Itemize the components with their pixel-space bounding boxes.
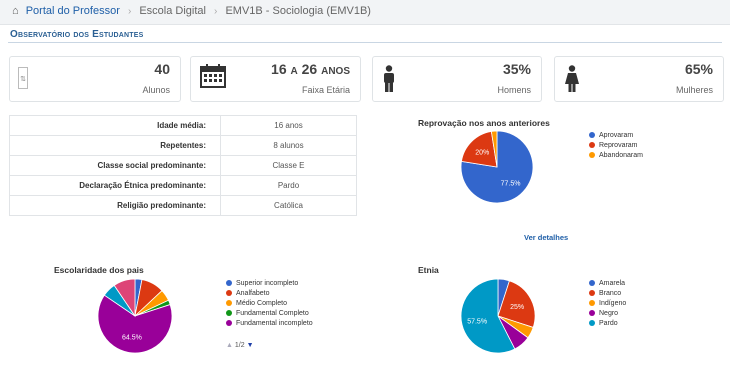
table-row: Idade média: 16 anos (9, 115, 357, 136)
card-age-range: 16 a 26 anos Faixa Etária (190, 56, 361, 102)
legend-failure: Aprovaram Reprovaram Abandonaram (589, 131, 643, 161)
pie-chart-parents-education: 64.5% (97, 278, 173, 354)
legend-item[interactable]: Abandonaram (589, 151, 643, 161)
pie-chart-failure: 77.5% 20% (460, 130, 534, 204)
student-info-table: Idade média: 16 anos Repetentes: 8 alunos … (9, 115, 357, 216)
legend-item[interactable]: Pardo (589, 319, 626, 329)
legend-parents-education: Superior incompleto Analfabeto Médio Com… (226, 279, 313, 329)
pie-slice-label: 77.5% (501, 180, 521, 187)
breadcrumb-item-school[interactable]: Escola Digital (139, 5, 206, 17)
card-male: 35% Homens (372, 56, 542, 102)
legend-item[interactable]: Aprovaram (589, 131, 643, 141)
chart-title-ethnicity: Etnia (418, 265, 439, 275)
breadcrumb-item-class: EMV1B - Sociologia (EMV1B) (225, 5, 371, 17)
students-count: 40 (154, 61, 170, 77)
card-female: 65% Mulheres (554, 56, 724, 102)
table-row: Repetentes: 8 alunos (9, 135, 357, 156)
svg-text:⇅: ⇅ (20, 76, 26, 83)
legend-item[interactable]: Fundamental incompleto (226, 319, 313, 329)
legend-item[interactable]: Analfabeto (226, 289, 313, 299)
pager-down-icon[interactable]: ▼ (247, 342, 254, 349)
age-range-label: Faixa Etária (301, 85, 350, 95)
chart-title-parents-education: Escolaridade dos pais (54, 265, 144, 275)
legend-item[interactable]: Amarela (589, 279, 626, 289)
legend-item[interactable]: Branco (589, 289, 626, 299)
sort-icon: ⇅ (18, 67, 28, 94)
calendar-icon (199, 63, 227, 94)
male-label: Homens (497, 85, 531, 95)
female-icon (563, 65, 581, 98)
table-row: Classe social predominante: Classe E (9, 155, 357, 176)
chart-title-failure: Reprovação nos anos anteriores (418, 118, 550, 128)
table-row: Declaração Étnica predominante: Pardo (9, 175, 357, 196)
female-percent: 65% (684, 61, 713, 77)
legend-item[interactable]: Fundamental Completo (226, 309, 313, 319)
male-icon (381, 65, 397, 98)
page-title: Observatório dos Estudantes (10, 29, 144, 40)
title-divider (8, 42, 722, 43)
pie-slice-label: 25% (510, 304, 524, 311)
top-breadcrumb-bar: ⌂ Portal do Professor › Escola Digital ›… (0, 0, 730, 25)
legend-ethnicity: Amarela Branco Indígeno Negro Pardo (589, 279, 626, 329)
pie-slice-label: 57.5% (467, 319, 487, 326)
pie-slice-label: 64.5% (122, 335, 142, 342)
legend-item[interactable]: Médio Completo (226, 299, 313, 309)
students-label: Alunos (142, 85, 170, 95)
legend-item[interactable]: Negro (589, 309, 626, 319)
legend-item[interactable]: Reprovaram (589, 141, 643, 151)
male-percent: 35% (502, 61, 531, 77)
age-range-value: 16 a 26 anos (271, 61, 350, 77)
legend-item[interactable]: Superior incompleto (226, 279, 313, 289)
table-row: Religião predominante: Católica (9, 195, 357, 216)
female-label: Mulheres (675, 85, 713, 95)
details-link[interactable]: Ver detalhes (524, 233, 568, 242)
pager-up-icon[interactable]: ▲ (226, 342, 233, 349)
card-students: ⇅ 40 Alunos (9, 56, 181, 102)
pie-slice-label: 20% (475, 150, 489, 157)
chevron-right-icon: › (214, 6, 218, 17)
chevron-right-icon: › (127, 6, 132, 17)
breadcrumb-home-link[interactable]: Portal do Professor (26, 5, 120, 17)
breadcrumb: ⌂ Portal do Professor › Escola Digital ›… (12, 5, 371, 17)
pie-chart-ethnicity: 25% 57.5% (460, 278, 536, 354)
legend-pager: ▲ 1/2 ▼ (226, 342, 254, 349)
legend-item[interactable]: Indígeno (589, 299, 626, 309)
home-icon[interactable]: ⌂ (12, 5, 19, 17)
